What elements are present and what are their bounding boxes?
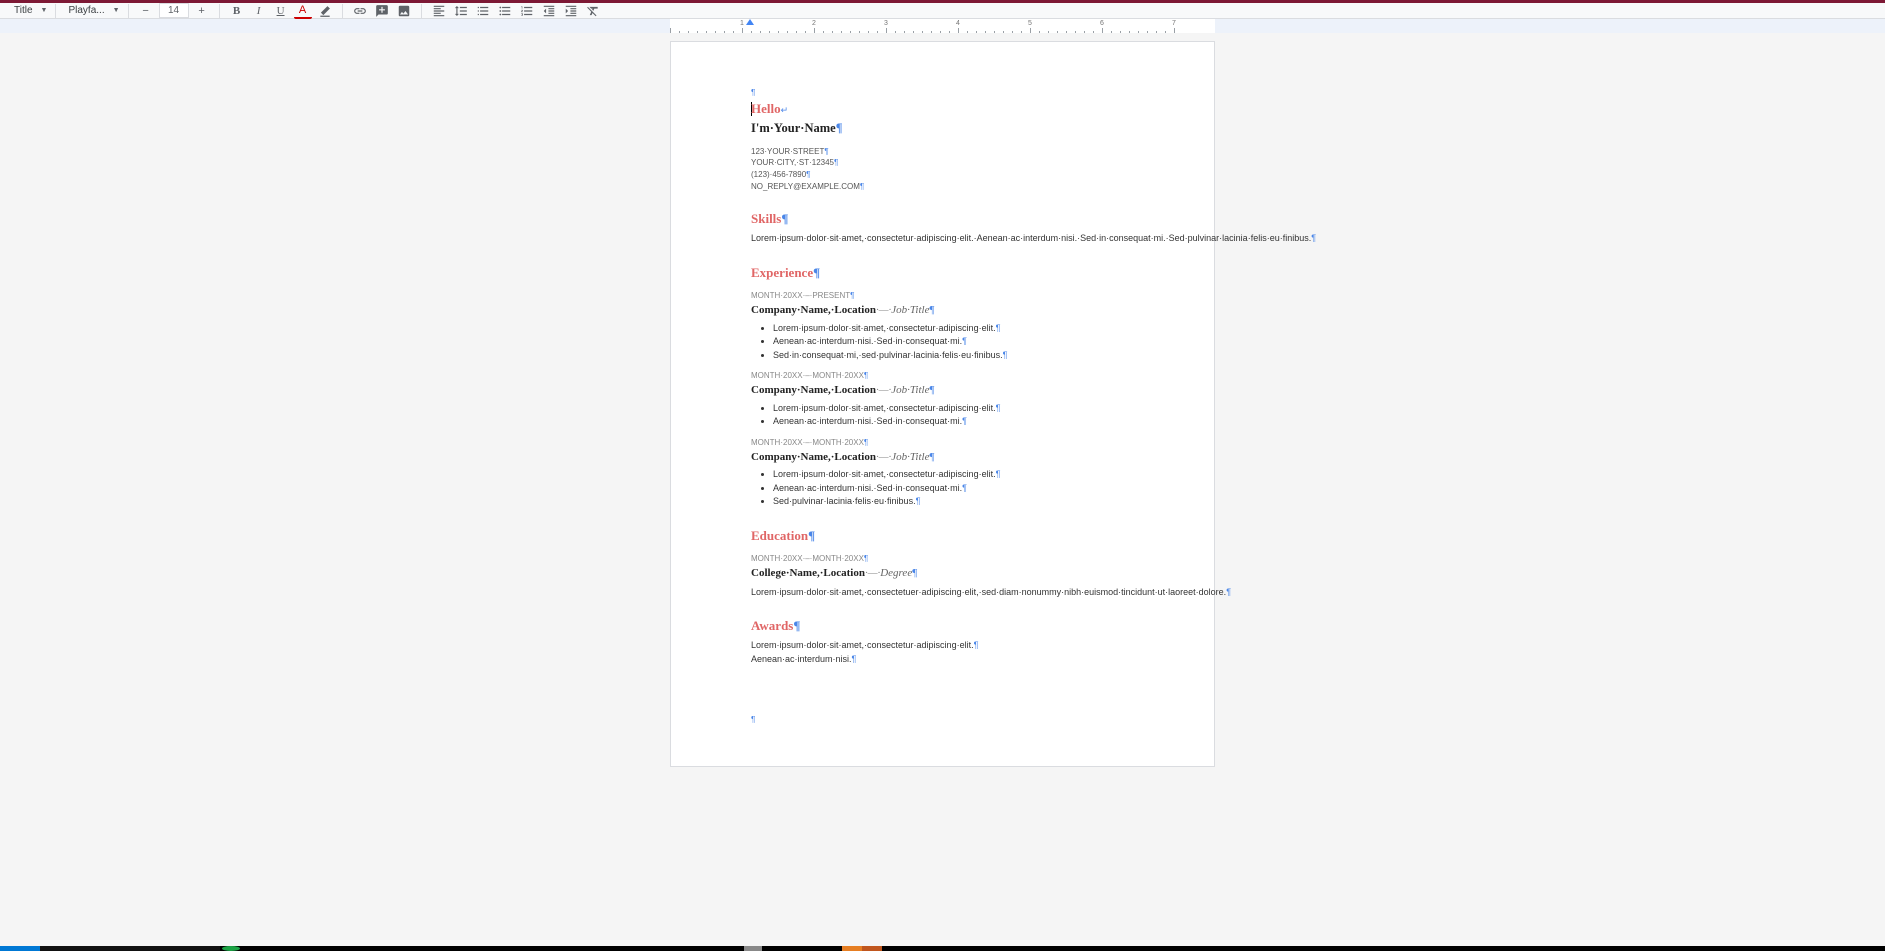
contact-block[interactable]: 123·YOUR·STREET¶ YOUR·CITY,·ST·12345¶ (1…	[751, 146, 1134, 192]
skills-text[interactable]: Lorem·ipsum·dolor·sit·amet,·consectetur·…	[751, 232, 1134, 246]
app-icon[interactable]	[862, 946, 882, 951]
start-button[interactable]	[0, 946, 40, 951]
ruler-number: 2	[812, 20, 816, 27]
insert-image-icon[interactable]	[395, 3, 413, 19]
awards-heading[interactable]: Awards¶	[751, 617, 1134, 635]
job-title-line[interactable]: Company·Name,·Location·—·Job·Title¶	[751, 383, 1134, 398]
increase-font-icon[interactable]: +	[193, 3, 211, 19]
horizontal-ruler[interactable]: 1 2 3 4 5 6 7	[670, 19, 1215, 33]
list-item[interactable]: Lorem·ipsum·dolor·sit·amet,·consectetur·…	[773, 468, 1134, 482]
list-item[interactable]: Sed·pulvinar·lacinia·felis·eu·finibus.¶	[773, 495, 1134, 509]
text-color-button[interactable]: A	[294, 3, 312, 19]
taskbar-segment	[762, 946, 842, 951]
document-canvas[interactable]: ¶ Hello↵ I'm·Your·Name¶ 123·YOUR·STREET¶…	[0, 33, 1885, 797]
style-dropdown[interactable]: Title	[10, 3, 37, 18]
ruler-number: 1	[740, 20, 744, 27]
paragraph-mark: ¶	[751, 714, 1134, 725]
job-date[interactable]: MONTH·20XX·–·MONTH·20XX¶	[751, 437, 1134, 448]
job-title-line[interactable]: Company·Name,·Location·—·Job·Title¶	[751, 450, 1134, 465]
paragraph-mark: ¶	[751, 87, 1134, 98]
list-item[interactable]: Aenean·ac·interdum·nisi.·Sed·in·consequa…	[773, 415, 1134, 429]
hello-heading[interactable]: Hello↵	[751, 100, 1134, 118]
ruler-area: 1 2 3 4 5 6 7	[0, 19, 1885, 33]
job-bullets[interactable]: Lorem·ipsum·dolor·sit·amet,·consectetur·…	[773, 468, 1134, 509]
numbered-list-button[interactable]	[518, 3, 536, 19]
ruler-number: 5	[1028, 20, 1032, 27]
highlight-button[interactable]	[316, 3, 334, 19]
bulleted-list-button[interactable]	[496, 3, 514, 19]
chevron-down-icon: ▼	[113, 7, 120, 14]
app-icon[interactable]	[842, 946, 862, 951]
education-date[interactable]: MONTH·20XX·–·MONTH·20XX¶	[751, 553, 1134, 564]
awards-text[interactable]: Lorem·ipsum·dolor·sit·amet,·consectetur·…	[751, 639, 1134, 666]
education-college-line[interactable]: College·Name,·Location·—·Degree¶	[751, 566, 1134, 581]
education-text[interactable]: Lorem·ipsum·dolor·sit·amet,·consectetuer…	[751, 586, 1134, 600]
education-heading[interactable]: Education¶	[751, 527, 1134, 545]
taskbar-segment	[40, 946, 220, 951]
chevron-down-icon: ▼	[41, 7, 48, 14]
checklist-button[interactable]	[474, 3, 492, 19]
experience-heading[interactable]: Experience¶	[751, 264, 1134, 282]
job-title-line[interactable]: Company·Name,·Location·—·Job·Title¶	[751, 303, 1134, 318]
name-heading[interactable]: I'm·Your·Name¶	[751, 120, 1134, 138]
font-size-input[interactable]: 14	[159, 3, 189, 18]
ruler-number: 3	[884, 20, 888, 27]
italic-button[interactable]: I	[250, 3, 268, 19]
formatting-toolbar: Title ▼ Playfa... ▼ − 14 + B I U A	[0, 3, 1885, 19]
taskbar-segment	[242, 946, 744, 951]
ruler-number: 6	[1100, 20, 1104, 27]
list-item[interactable]: Aenean·ac·interdum·nisi.·Sed·in·consequa…	[773, 482, 1134, 496]
line-spacing-button[interactable]	[452, 3, 470, 19]
job-bullets[interactable]: Lorem·ipsum·dolor·sit·amet,·consectetur·…	[773, 402, 1134, 429]
separator	[342, 4, 343, 18]
first-line-indent-marker[interactable]	[746, 19, 754, 25]
list-item[interactable]: Sed·in·consequat·mi,·sed·pulvinar·lacini…	[773, 349, 1134, 363]
skills-heading[interactable]: Skills¶	[751, 210, 1134, 228]
clear-formatting-button[interactable]	[584, 3, 602, 19]
taskbar[interactable]	[0, 946, 1885, 951]
job-date[interactable]: MONTH·20XX·–·MONTH·20XX¶	[751, 370, 1134, 381]
app-icon[interactable]	[744, 946, 762, 951]
taskbar-segment	[882, 946, 1885, 951]
increase-indent-button[interactable]	[562, 3, 580, 19]
add-comment-icon[interactable]	[373, 3, 391, 19]
bold-button[interactable]: B	[228, 3, 246, 19]
list-item[interactable]: Aenean·ac·interdum·nisi.·Sed·in·consequa…	[773, 335, 1134, 349]
separator	[128, 4, 129, 18]
app-icon[interactable]	[222, 946, 240, 951]
list-item[interactable]: Lorem·ipsum·dolor·sit·amet,·consectetur·…	[773, 402, 1134, 416]
page-1[interactable]: ¶ Hello↵ I'm·Your·Name¶ 123·YOUR·STREET¶…	[670, 41, 1215, 767]
separator	[219, 4, 220, 18]
job-date[interactable]: MONTH·20XX·–·PRESENT¶	[751, 290, 1134, 301]
insert-link-icon[interactable]	[351, 3, 369, 19]
underline-button[interactable]: U	[272, 3, 290, 19]
list-item[interactable]: Lorem·ipsum·dolor·sit·amet,·consectetur·…	[773, 322, 1134, 336]
align-button[interactable]	[430, 3, 448, 19]
separator	[421, 4, 422, 18]
font-dropdown[interactable]: Playfa...	[64, 3, 108, 18]
separator	[55, 4, 56, 18]
decrease-indent-button[interactable]	[540, 3, 558, 19]
ruler-number: 7	[1172, 20, 1176, 27]
job-bullets[interactable]: Lorem·ipsum·dolor·sit·amet,·consectetur·…	[773, 322, 1134, 363]
decrease-font-icon[interactable]: −	[137, 3, 155, 19]
ruler-number: 4	[956, 20, 960, 27]
